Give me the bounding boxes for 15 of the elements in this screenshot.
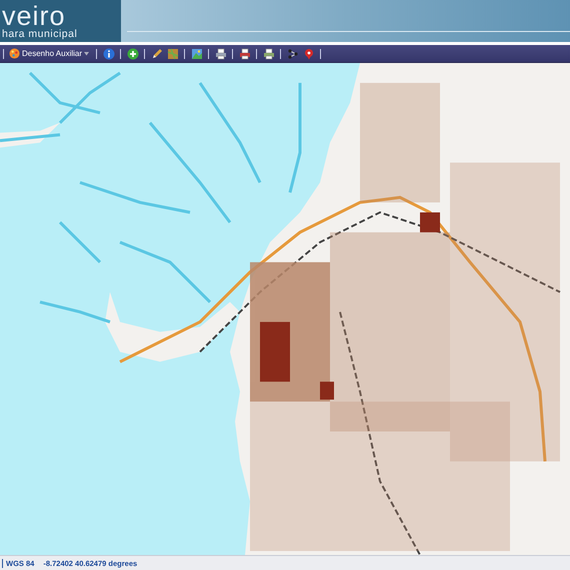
pencil-icon[interactable] <box>150 47 164 60</box>
nodes-icon[interactable] <box>286 47 300 60</box>
drawing-dropdown[interactable]: Desenho Auxiliar <box>9 46 92 60</box>
info-icon[interactable] <box>102 47 116 60</box>
logo-title: veiro <box>2 2 66 28</box>
printer-icon[interactable] <box>214 47 228 60</box>
map-icon[interactable] <box>166 47 180 60</box>
palette-icon <box>9 48 20 59</box>
logo-subtitle: hara municipal <box>2 28 78 40</box>
pin-icon[interactable] <box>302 47 316 60</box>
caret-icon <box>84 52 90 56</box>
plus-icon[interactable] <box>126 47 140 60</box>
picture-icon[interactable] <box>190 47 204 60</box>
printer-icon[interactable] <box>262 47 276 60</box>
printer-icon[interactable] <box>238 47 252 60</box>
